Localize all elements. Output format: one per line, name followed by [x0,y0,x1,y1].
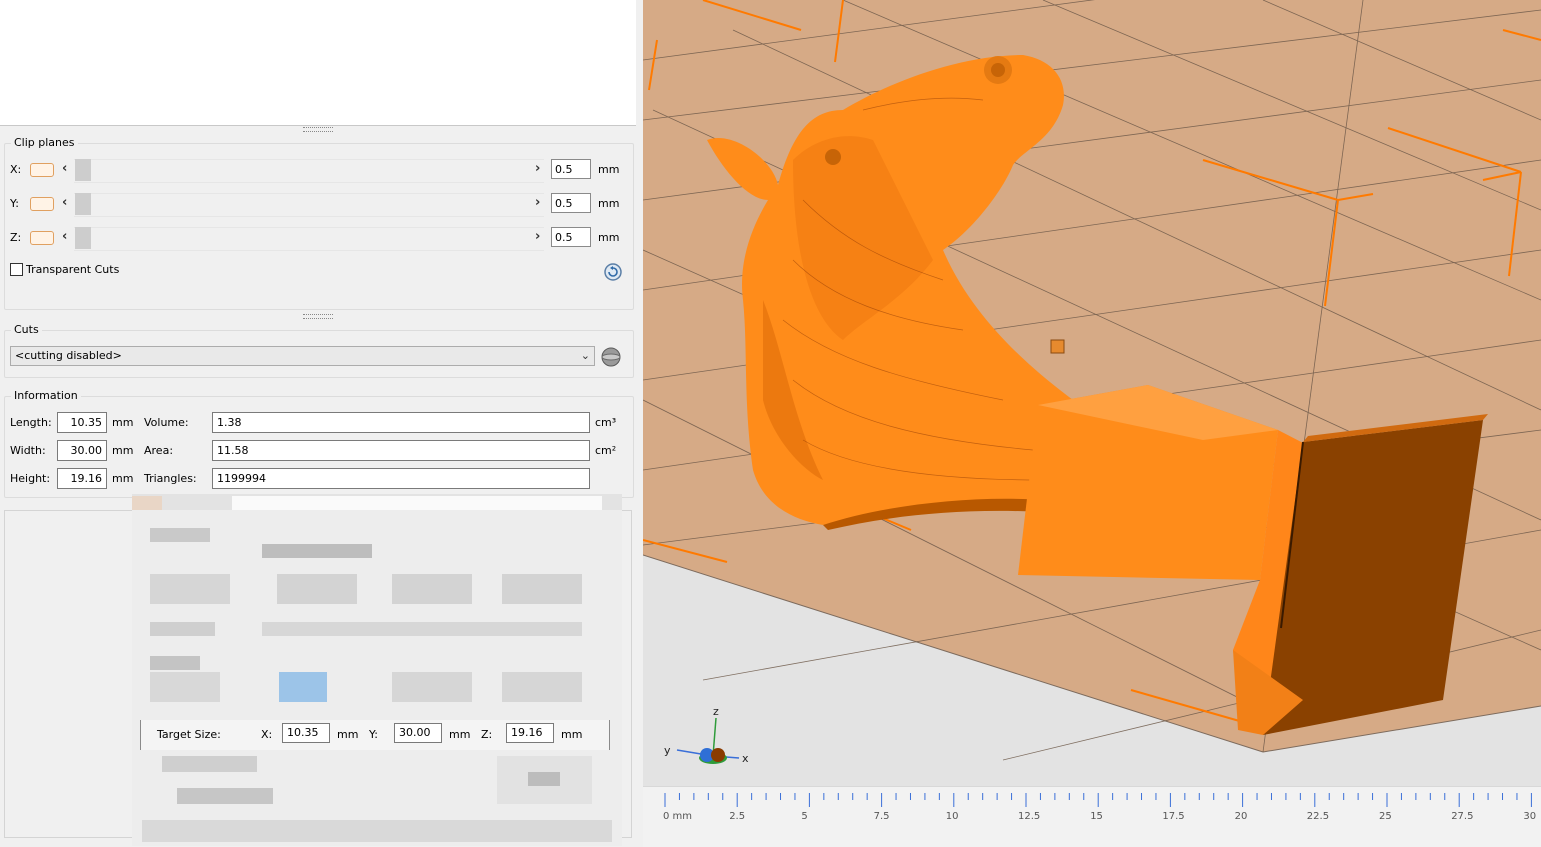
gizmo-y-label: y [664,744,671,757]
ruler-label: 25 [1379,811,1392,822]
transparent-cuts-label: Transparent Cuts [26,263,120,276]
clip-z-label: Z: [10,231,22,244]
cuts-title: Cuts [11,323,42,336]
ruler-label: 12.5 [1018,811,1041,822]
clip-z-decrease-icon[interactable]: ‹ [62,229,67,244]
clip-x-slider-thumb[interactable] [75,159,91,181]
gizmo-z-label: z [713,705,719,718]
panel-splitter[interactable] [636,0,643,846]
target-size-row: Target Size: X: 10.35 mm Y: 30.00 mm Z: … [140,720,610,750]
clip-planes-title: Clip planes [11,136,78,149]
ruler-label: 15 [1090,811,1103,822]
clip-y-slider-thumb[interactable] [75,193,91,215]
target-y-input[interactable]: 30.00 [394,723,442,743]
scene-render: z y x [643,0,1541,846]
length-label: Length: [10,416,52,429]
volume-value: 1.38 [212,412,590,433]
clip-z-unit: mm [598,231,620,244]
ruler-label: 27.5 [1451,811,1474,822]
target-z-label: Z: [481,728,493,741]
height-label: Height: [10,472,51,485]
target-z-unit: mm [561,728,583,741]
resize-grip-2[interactable] [303,314,333,319]
clip-x-slider[interactable] [74,159,544,183]
target-x-input[interactable]: 10.35 [282,723,330,743]
length-unit: mm [112,416,134,429]
volume-label: Volume: [144,416,189,429]
ruler-label: 5 [801,811,808,822]
triangles-label: Triangles: [144,472,197,485]
clip-z-slider[interactable] [74,227,544,251]
target-y-label: Y: [369,728,378,741]
width-value: 30.00 [57,440,107,461]
clip-x-decrease-icon[interactable]: ‹ [62,161,67,176]
clip-y-unit: mm [598,197,620,210]
chevron-down-icon: ⌄ [580,349,590,362]
clip-y-increase-icon[interactable]: › [535,195,540,210]
ruler-label: 20 [1234,811,1248,822]
cuts-dropdown-value: <cutting disabled> [15,349,122,362]
clip-z-value-input[interactable]: 0.5 [551,227,591,247]
clip-z-increase-icon[interactable]: › [535,229,540,244]
measurement-ruler: 0 mm 2.5 5 7.5 10 12.5 15 17.5 20 22.5 25 27.5 30 [643,786,1541,847]
target-x-label: X: [261,728,273,741]
clip-x-toggle[interactable] [30,163,54,177]
obscured-selection [279,672,327,702]
3d-viewport[interactable]: z y x [643,0,1541,846]
area-value: 11.58 [212,440,590,461]
triangles-value: 1199994 [212,468,590,489]
ruler-label: 0 mm [663,811,693,822]
ruler-label: 30 [1523,811,1537,822]
information-title: Information [11,389,81,402]
area-label: Area: [144,444,174,457]
width-label: Width: [10,444,46,457]
volume-unit: cm³ [595,416,617,429]
target-size-label: Target Size: [157,728,221,741]
clip-y-toggle[interactable] [30,197,54,211]
clip-y-decrease-icon[interactable]: ‹ [62,195,67,210]
cuts-dropdown[interactable]: <cutting disabled> ⌄ [10,346,595,366]
height-unit: mm [112,472,134,485]
ruler-label: 10 [945,811,959,822]
object-list-area[interactable] [0,0,637,126]
clip-y-value-input[interactable]: 0.5 [551,193,591,213]
reset-icon[interactable] [604,263,622,281]
target-z-input[interactable]: 19.16 [506,723,554,743]
ruler-label: 22.5 [1306,811,1330,822]
scale-dialog-obscured: Target Size: X: 10.35 mm Y: 30.00 mm Z: … [132,494,622,846]
area-unit: cm² [595,444,617,457]
width-unit: mm [112,444,134,457]
clip-x-increase-icon[interactable]: › [535,161,540,176]
clip-y-slider[interactable] [74,193,544,217]
ruler-label: 2.5 [729,811,746,822]
center-marker [1050,339,1065,354]
clip-x-unit: mm [598,163,620,176]
target-y-unit: mm [449,728,471,741]
ruler-label: 17.5 [1162,811,1185,822]
clip-z-slider-thumb[interactable] [75,227,91,249]
cut-tool-icon[interactable] [599,346,623,368]
height-value: 19.16 [57,468,107,489]
left-panel: Clip planes X: ‹ › 0.5 mm Y: ‹ › 0.5 mm … [0,0,640,846]
gizmo-x-label: x [742,752,749,765]
transparent-cuts-checkbox[interactable] [10,263,23,276]
clip-x-label: X: [10,163,22,176]
length-value: 10.35 [57,412,107,433]
target-x-unit: mm [337,728,359,741]
clip-z-toggle[interactable] [30,231,54,245]
clip-y-label: Y: [10,197,19,210]
clip-x-value-input[interactable]: 0.5 [551,159,591,179]
ruler-label: 7.5 [873,811,890,822]
resize-grip[interactable] [303,127,333,132]
